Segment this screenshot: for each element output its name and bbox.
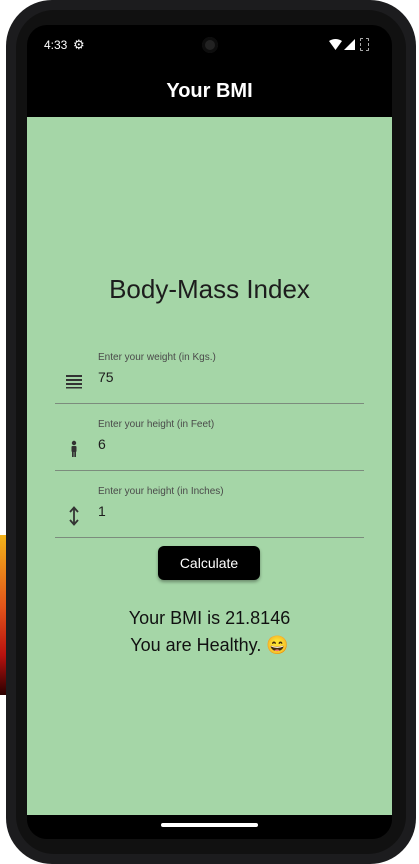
height-arrow-icon xyxy=(69,506,79,526)
weight-label: Enter your weight (in Kgs.) xyxy=(98,352,216,363)
front-camera xyxy=(202,37,218,53)
battery-icon xyxy=(360,38,369,51)
person-icon xyxy=(71,440,77,457)
weight-field[interactable]: Enter your weight (in Kgs.) xyxy=(55,347,364,404)
page-heading: Body-Mass Index xyxy=(109,274,310,304)
height-feet-label: Enter your height (in Feet) xyxy=(98,419,215,430)
height-feet-input[interactable] xyxy=(98,436,348,452)
phone-screen: 4:33 ⚙ Your BMI Body-Mass Index Enter yo… xyxy=(27,25,392,839)
app-title: Your BMI xyxy=(166,80,253,102)
height-inches-label: Enter your height (in Inches) xyxy=(98,486,224,497)
settings-gear-icon: ⚙ xyxy=(73,37,85,52)
app-bar: Your BMI xyxy=(27,65,392,117)
weight-input[interactable] xyxy=(98,369,348,385)
height-feet-field[interactable]: Enter your height (in Feet) xyxy=(55,414,364,471)
height-inches-field[interactable]: Enter your height (in Inches) xyxy=(55,481,364,538)
bmi-result-text: Your BMI is 21.8146 xyxy=(128,608,291,628)
height-inches-input[interactable] xyxy=(98,503,348,519)
wifi-icon xyxy=(329,39,342,50)
weight-icon xyxy=(66,375,82,389)
signal-icon xyxy=(344,39,355,50)
status-time: 4:33 xyxy=(44,38,68,52)
main-content: Body-Mass Index Enter your weight (in Kg… xyxy=(27,117,392,815)
calculate-button[interactable]: Calculate xyxy=(158,546,260,580)
home-gesture-handle[interactable] xyxy=(161,823,258,827)
gesture-nav-bar xyxy=(27,815,392,839)
health-status-text: You are Healthy. 😄 xyxy=(130,635,289,655)
status-bar: 4:33 ⚙ xyxy=(27,25,392,65)
